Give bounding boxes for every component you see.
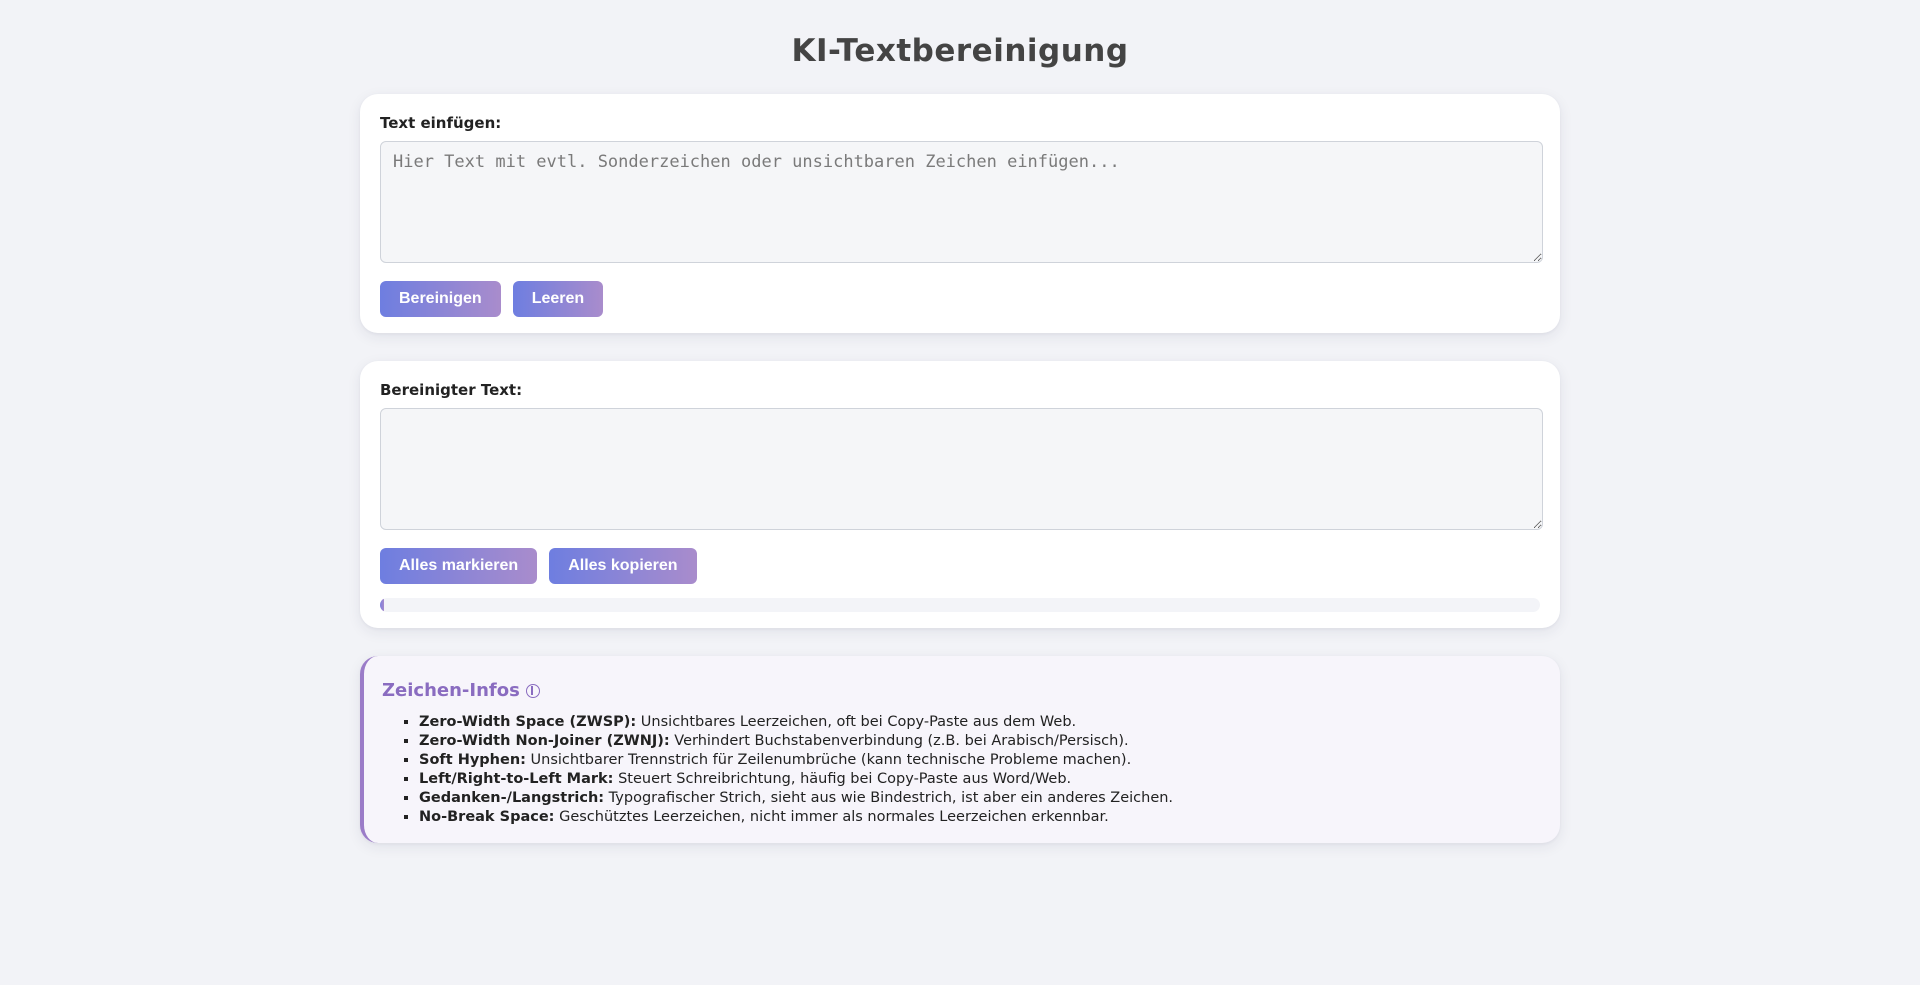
info-list: Zero-Width Space (ZWSP): Unsichtbares Le… [382,713,1540,827]
info-item-description: Steuert Schreibrichtung, häufig bei Copy… [613,771,1072,787]
info-list-item: No-Break Space: Geschütztes Leerzeichen,… [419,808,1540,827]
progress-fill [380,598,385,612]
output-label: Bereinigter Text: [380,381,523,399]
info-title: Zeichen-Infos [382,680,1540,701]
select-all-button[interactable]: Alles markieren [380,548,538,584]
info-list-item: Soft Hyphen: Unsichtbarer Trennstrich fü… [419,751,1540,770]
info-item-description: Unsichtbarer Trennstrich für Zeilenumbrü… [525,752,1132,768]
clean-button[interactable]: Bereinigen [380,281,501,317]
input-label: Text einfügen: [380,114,502,132]
copy-all-button[interactable]: Alles kopieren [549,548,697,584]
info-item-term: Gedanken-/Langstrich: [419,790,605,806]
info-item-description: Geschütztes Leerzeichen, nicht immer als… [554,809,1109,825]
info-item-term: Soft Hyphen: [419,752,526,768]
output-card: Bereinigter Text: Alles markieren Alles … [360,361,1560,628]
info-item-description: Typografischer Strich, sieht aus wie Bin… [604,790,1174,806]
info-title-text: Zeichen-Infos [382,680,520,701]
info-item-term: No-Break Space: [419,809,555,825]
info-panel: Zeichen-Infos Zero-Width Space (ZWSP): U… [360,656,1560,843]
info-item-term: Zero-Width Non-Joiner (ZWNJ): [419,733,670,749]
info-item-term: Zero-Width Space (ZWSP): [419,714,637,730]
info-list-item: Zero-Width Space (ZWSP): Unsichtbares Le… [419,713,1540,732]
output-textarea[interactable] [380,408,1543,530]
info-icon [525,683,540,698]
progress-bar [380,598,1540,612]
output-button-row: Alles markieren Alles kopieren [380,548,1543,584]
input-textarea[interactable] [380,141,1543,263]
input-button-row: Bereinigen Leeren [380,281,1543,317]
info-list-item: Zero-Width Non-Joiner (ZWNJ): Verhindert… [419,732,1540,751]
page-title: KI-Textbereinigung [791,33,1129,69]
info-item-description: Verhindert Buchstabenverbindung (z.B. be… [669,733,1129,749]
input-card: Text einfügen: Bereinigen Leeren [360,94,1560,333]
clear-button[interactable]: Leeren [512,281,604,317]
info-item-term: Left/Right-to-Left Mark: [419,771,614,787]
info-item-description: Unsichtbares Leerzeichen, oft bei Copy-P… [636,714,1077,730]
info-list-item: Left/Right-to-Left Mark: Steuert Schreib… [419,770,1540,789]
info-list-item: Gedanken-/Langstrich: Typografischer Str… [419,789,1540,808]
